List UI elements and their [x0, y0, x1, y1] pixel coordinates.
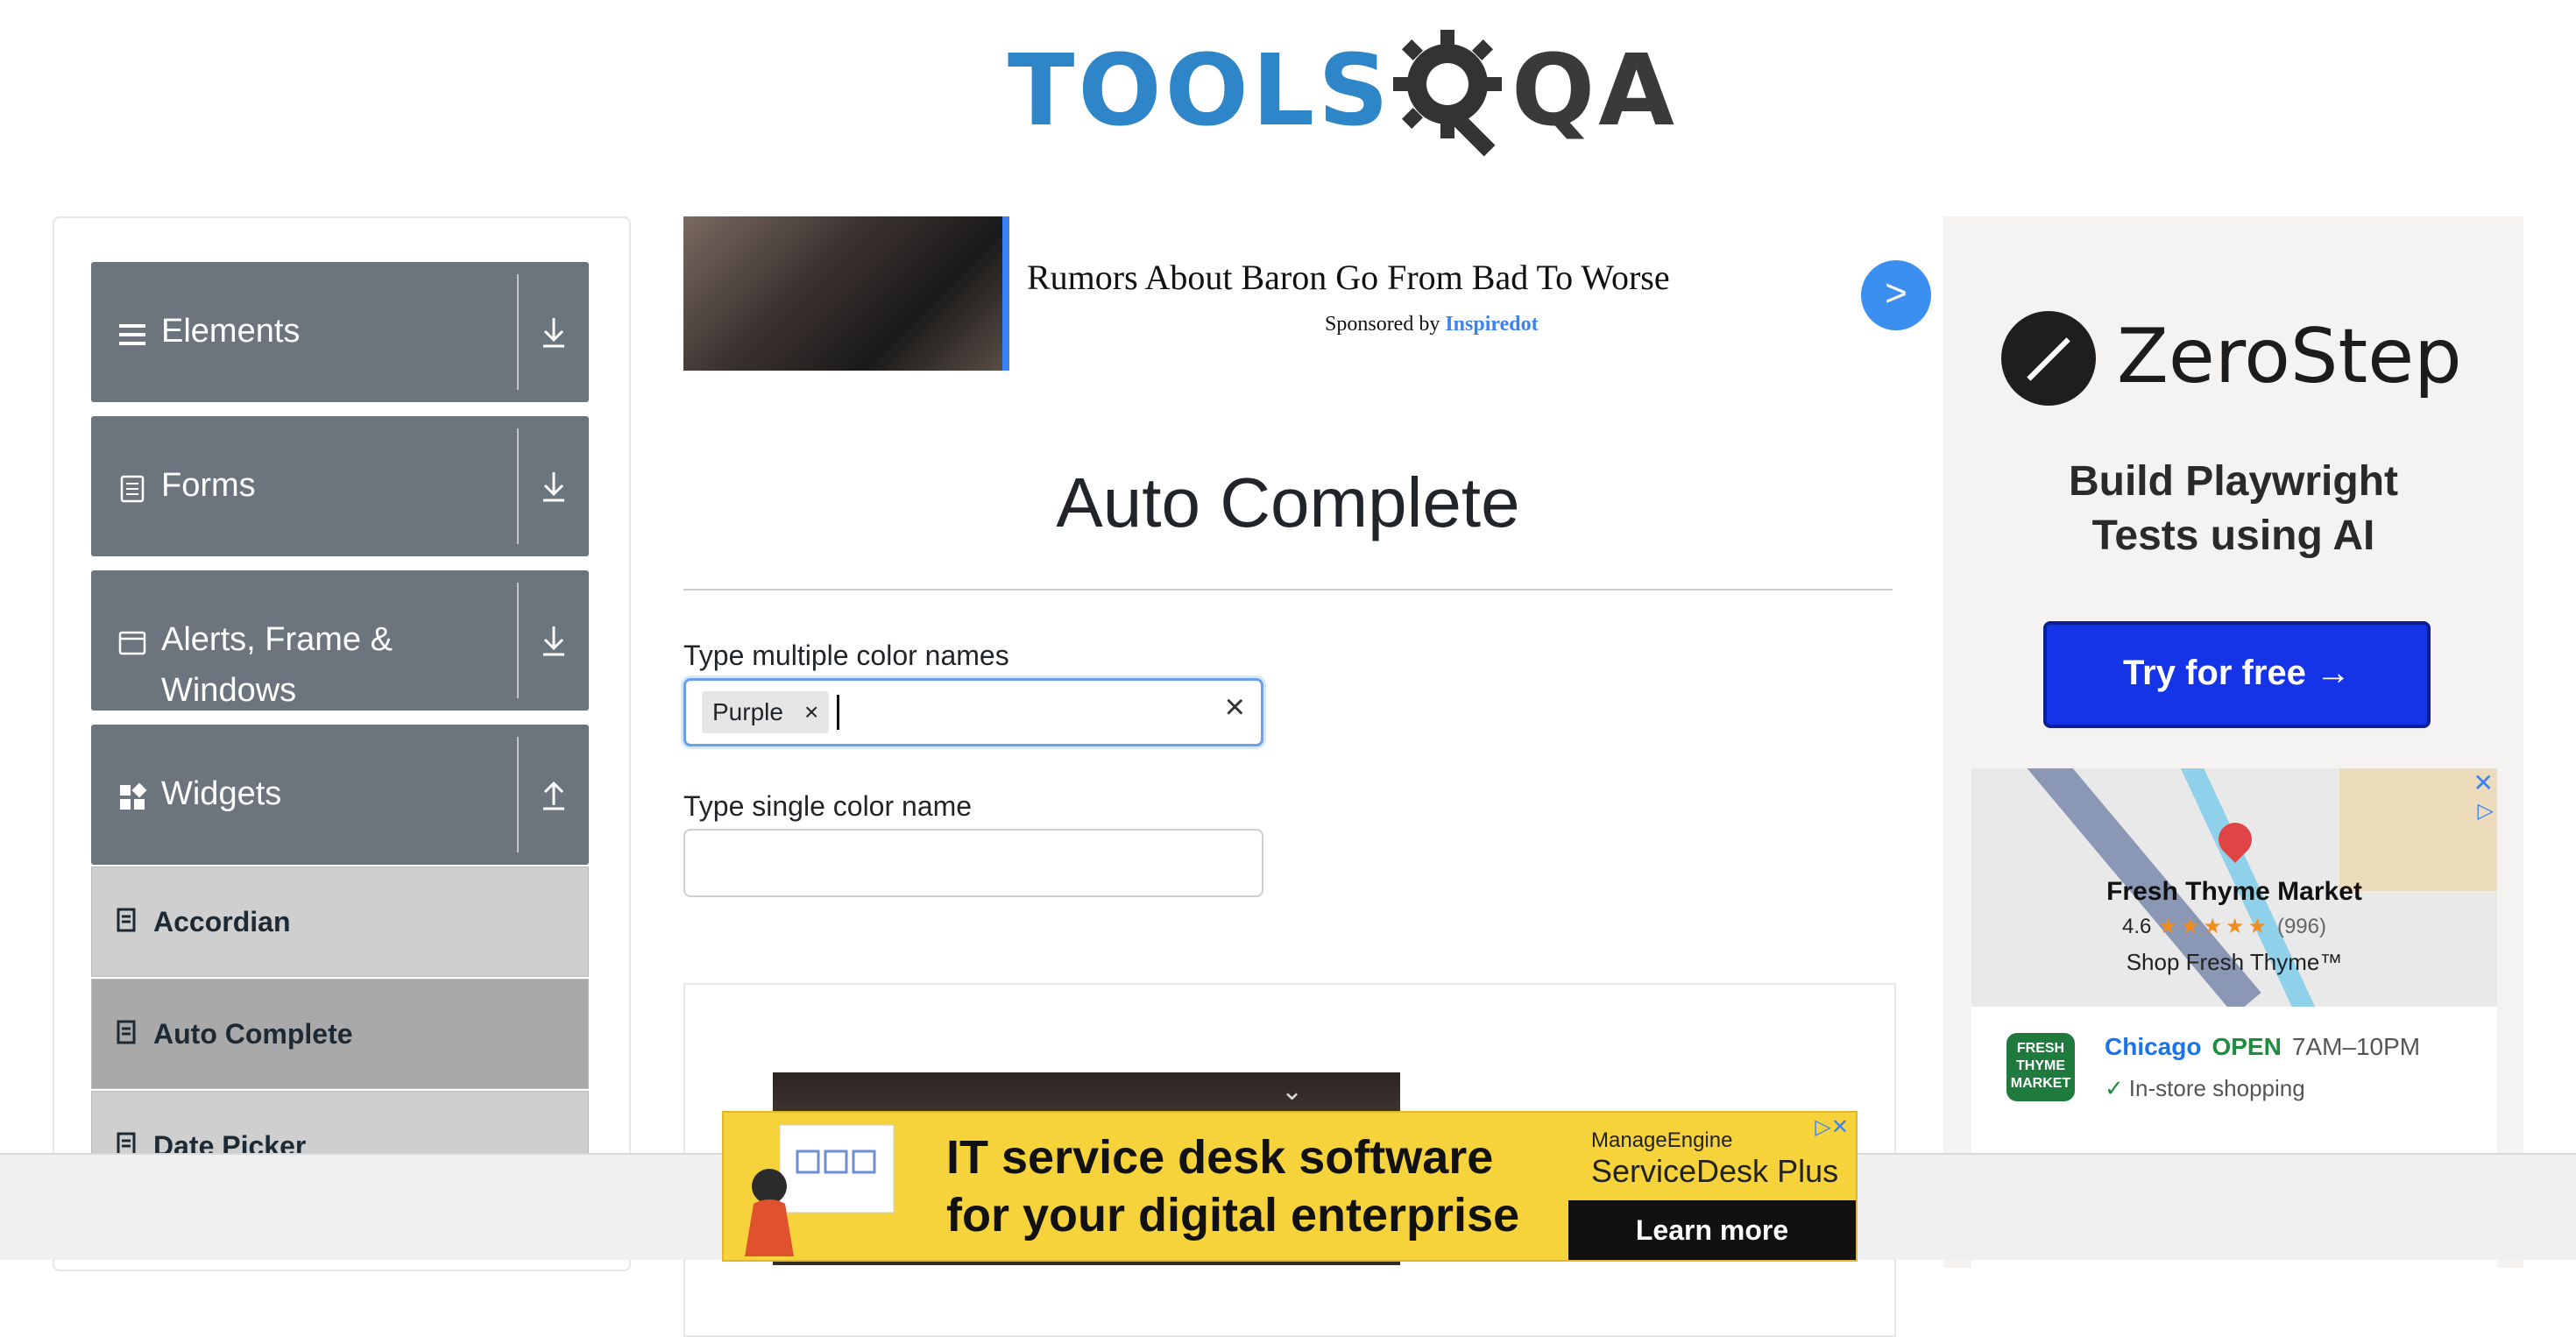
place-subtitle: Shop Fresh Thyme™	[2126, 949, 2343, 975]
document-icon	[120, 475, 145, 503]
place-rating: 4.6 ★★★★★ (996)	[2122, 914, 2326, 939]
zerostep-tagline-line1: Build Playwright	[2068, 458, 2399, 505]
store-feature-label: In-store shopping	[2128, 1075, 2305, 1101]
sidebar-group-label: Widgets	[161, 775, 282, 812]
sidebar-group-label-line1: Alerts, Frame &	[161, 621, 393, 658]
hamburger-icon	[119, 324, 145, 345]
group-divider	[517, 274, 519, 390]
map-preview[interactable]: Fresh Thyme Market 4.6 ★★★★★ (996) Shop Fr…	[1971, 768, 2497, 1007]
download-arrow-icon[interactable]	[529, 616, 578, 665]
chip-remove-icon[interactable]: ×	[804, 698, 818, 726]
window-icon	[118, 631, 146, 655]
ad-next-button[interactable]: >	[1861, 260, 1931, 330]
sidebar-group-label: Elements	[161, 313, 301, 350]
text-caret	[837, 695, 839, 730]
sidebar-group-elements[interactable]: Elements	[91, 262, 589, 402]
download-arrow-icon[interactable]	[529, 462, 578, 511]
store-feature: ✓ In-store shopping	[2105, 1075, 2305, 1102]
logo-qa-text: QA	[1511, 34, 1678, 148]
ad-sponsor-name[interactable]: Inspiredot	[1445, 313, 1538, 336]
store-hours: 7AM–10PM	[2291, 1033, 2421, 1060]
color-chip-label: Purple	[712, 698, 783, 725]
bottom-ad-line1: IT service desk software	[946, 1131, 1494, 1184]
list-doc-icon	[117, 1020, 136, 1044]
sidebar-item-label: Auto Complete	[153, 1018, 353, 1050]
zerostep-brand: ZeroStep	[2117, 313, 2462, 400]
ad-sponsor-line: Sponsored by Inspiredot	[1325, 313, 1539, 336]
rating-value: 4.6	[2122, 915, 2152, 938]
single-color-input[interactable]	[683, 829, 1263, 897]
store-open-status: OPEN	[2212, 1033, 2282, 1060]
ad-close-icon[interactable]: ✕	[2473, 768, 2494, 797]
helpdesk-illustration-icon	[745, 1124, 895, 1256]
bottom-ad-line2: for your digital enterprise	[946, 1189, 1520, 1242]
sidebar-item-auto-complete[interactable]: Auto Complete	[91, 979, 589, 1089]
download-arrow-icon[interactable]	[529, 308, 578, 357]
sidebar-group-widgets[interactable]: Widgets	[91, 725, 589, 865]
learn-more-button[interactable]: Learn more	[1568, 1200, 1856, 1260]
bottom-ad-banner[interactable]: IT service desk software for your digita…	[722, 1111, 1858, 1262]
clear-all-icon[interactable]: ×	[1225, 688, 1245, 727]
left-sidebar: Elements Forms Alerts, Frame & Windows W…	[53, 216, 631, 1271]
zerostep-logo-icon	[2001, 311, 2096, 406]
servicedesk-brand: ServiceDesk Plus	[1591, 1153, 1839, 1189]
sponsored-ad-banner[interactable]: Rumors About Baron Go From Bad To Worse …	[683, 216, 1931, 371]
sidebar-group-label: Forms	[161, 467, 256, 504]
adchoices-close-icon[interactable]: ▷✕	[1815, 1114, 1849, 1140]
store-status-line: Chicago OPEN 7AM–10PM	[2105, 1033, 2420, 1061]
ad-headline[interactable]: Rumors About Baron Go From Bad To Worse	[1027, 257, 1670, 298]
list-doc-icon	[117, 908, 136, 932]
fresh-thyme-logo: FRESH THYME MARKET	[2006, 1033, 2075, 1101]
star-rating-icon: ★★★★★	[2158, 915, 2270, 938]
store-city[interactable]: Chicago	[2105, 1033, 2201, 1060]
check-icon: ✓	[2105, 1075, 2124, 1101]
sidebar-item-label: Accordian	[153, 906, 291, 937]
widgets-icon	[120, 782, 147, 810]
gear-magnifier-icon	[1393, 30, 1502, 157]
ad-photo[interactable]	[683, 216, 1002, 371]
upload-arrow-icon[interactable]	[529, 770, 578, 819]
sidebar-item-accordian[interactable]: Accordian	[91, 867, 589, 977]
ad-accent-bar	[1002, 216, 1009, 371]
page-title: Auto Complete	[1056, 463, 1520, 541]
chevron-down-icon[interactable]: ⌄	[1281, 1076, 1303, 1107]
right-ad-panel[interactable]: ZeroStep Build Playwright Tests using AI…	[1943, 216, 2523, 1277]
zerostep-tagline-line2: Tests using AI	[2091, 513, 2375, 559]
single-color-label: Type single color name	[683, 790, 973, 822]
sidebar-group-label-line2: Windows	[161, 672, 297, 709]
review-count: (996)	[2276, 915, 2326, 938]
group-divider	[517, 737, 519, 852]
ad-sponsored-prefix: Sponsored by	[1325, 313, 1440, 336]
bottom-ad-headline: IT service desk software for your digita…	[946, 1128, 1519, 1244]
multi-color-input[interactable]: Purple × ×	[683, 678, 1263, 746]
zerostep-tagline: Build Playwright Tests using AI	[1943, 455, 2523, 563]
group-divider	[517, 583, 519, 698]
manageengine-brand: ManageEngine	[1591, 1128, 1733, 1152]
multi-color-label: Type multiple color names	[683, 640, 1009, 671]
logo-tools-text: TOOLS	[1008, 34, 1392, 148]
title-divider	[683, 589, 1893, 591]
sidebar-group-alerts-frame-windows[interactable]: Alerts, Frame & Windows	[91, 570, 589, 711]
color-chip: Purple ×	[702, 691, 830, 733]
try-free-button[interactable]: Try for free →	[2043, 621, 2431, 728]
place-name: Fresh Thyme Market	[2106, 877, 2362, 906]
sidebar-group-forms[interactable]: Forms	[91, 416, 589, 556]
group-divider	[517, 428, 519, 544]
adchoices-icon[interactable]: ▷	[2478, 798, 2494, 824]
toolsqa-logo[interactable]: TOOLS QA	[1008, 25, 1674, 165]
